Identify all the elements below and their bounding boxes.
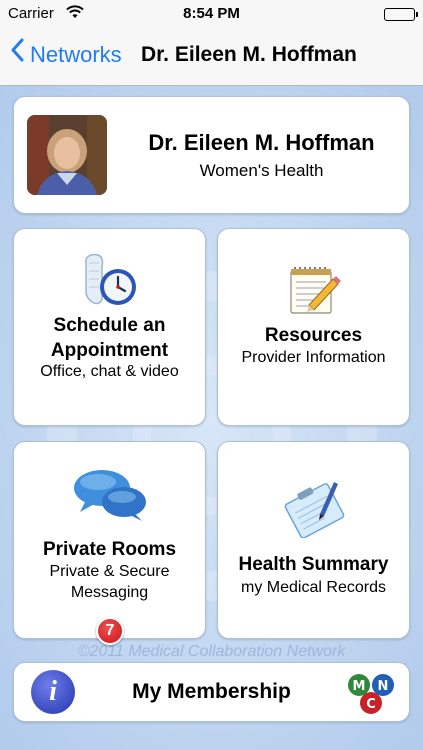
navigation-bar: Networks Dr. Eileen M. Hoffman bbox=[0, 28, 423, 86]
health-summary-tile[interactable]: Health Summary my Medical Records bbox=[217, 441, 410, 639]
clock: 8:54 PM bbox=[183, 5, 240, 22]
clipboard-pen-icon bbox=[276, 476, 352, 539]
private-rooms-title: Private Rooms bbox=[42, 539, 177, 560]
my-membership-button[interactable]: i My Membership M N C bbox=[13, 662, 410, 722]
schedule-title-line1: Schedule an bbox=[53, 315, 166, 336]
schedule-subtitle: Office, chat & video bbox=[40, 363, 179, 380]
doctor-photo bbox=[27, 115, 107, 195]
chevron-left-icon bbox=[10, 38, 24, 68]
page-title: Dr. Eileen M. Hoffman bbox=[141, 43, 357, 66]
resources-subtitle: Provider Information bbox=[241, 349, 386, 366]
mcn-logo-icon: M N C bbox=[346, 669, 396, 717]
back-label: Networks bbox=[30, 42, 122, 67]
doctor-profile-card: Dr. Eileen M. Hoffman Women's Health bbox=[13, 96, 410, 214]
mcn-letter-c: C bbox=[366, 697, 376, 712]
copyright-watermark: ©2011 Medical Collaboration Network bbox=[77, 643, 346, 660]
calendar-clock-icon bbox=[80, 253, 140, 309]
schedule-title-line2: Appointment bbox=[50, 340, 169, 361]
status-bar: Carrier 8:54 PM bbox=[0, 0, 423, 28]
back-button[interactable]: Networks bbox=[10, 38, 122, 70]
private-rooms-subtitle-line1: Private & Secure bbox=[49, 563, 170, 580]
doctor-specialty: Women's Health bbox=[199, 161, 324, 180]
resources-tile[interactable]: Resources Provider Information bbox=[217, 228, 410, 426]
health-summary-subtitle: my Medical Records bbox=[241, 579, 386, 596]
mcn-letter-m: M bbox=[353, 679, 366, 694]
battery-icon bbox=[384, 8, 418, 21]
health-summary-title: Health Summary bbox=[238, 554, 389, 575]
doctor-name: Dr. Eileen M. Hoffman bbox=[148, 130, 375, 155]
private-rooms-tile[interactable]: Private Rooms Private & Secure Messaging bbox=[13, 441, 206, 639]
private-rooms-subtitle-line2: Messaging bbox=[70, 584, 149, 601]
resources-title: Resources bbox=[264, 325, 363, 346]
unread-count-badge: 7 bbox=[96, 617, 124, 645]
mcn-letter-n: N bbox=[378, 679, 389, 694]
schedule-appointment-tile[interactable]: Schedule an Appointment Office, chat & v… bbox=[13, 228, 206, 426]
notepad-pencil-icon bbox=[287, 265, 341, 317]
chat-bubbles-icon bbox=[72, 466, 148, 522]
